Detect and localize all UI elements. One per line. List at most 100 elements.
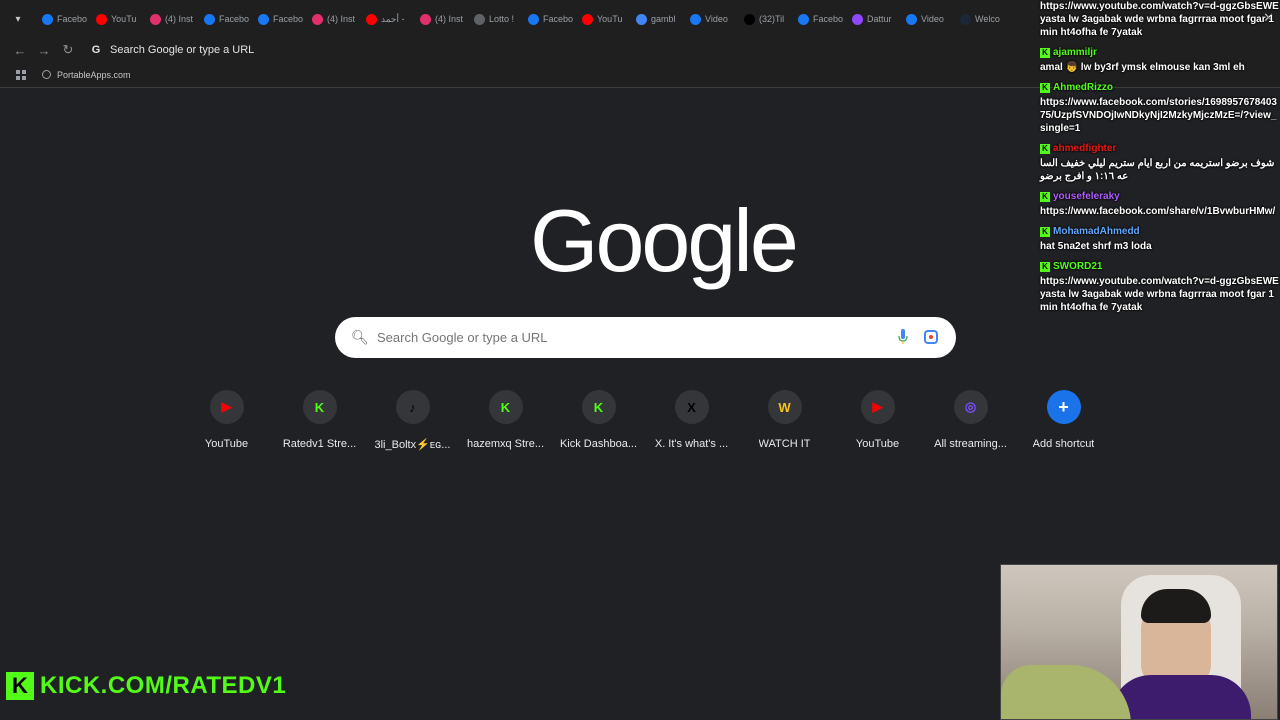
youtube-icon [366,13,377,25]
webcam-overlay [1000,564,1278,720]
browser-tab[interactable]: gambl [630,5,684,33]
browser-tab[interactable]: Welco [954,5,1008,33]
browser-tab[interactable]: YouTu [576,5,630,33]
kick-badge-icon: K [1040,261,1050,272]
chat-message: https://www.youtube.com/watch?v=d-ggzGbs… [1036,0,1280,39]
instagram-icon [150,13,161,25]
address-bar[interactable]: G Search Google or type a URL [86,40,986,60]
tab-label: Welco [975,14,1000,24]
shortcut-icon: + [1046,390,1081,424]
browser-tab[interactable]: Facebo [792,5,846,33]
shortcut-icon: X [674,390,709,424]
google-icon [636,13,647,25]
browser-tab[interactable]: (4) Inst [306,5,360,33]
chat-text: https://www.facebook.com/stories/1698957… [1040,97,1277,134]
tab-label: (32)Til [759,14,785,24]
shortcut-icon: W [767,390,802,424]
browser-tab[interactable]: Facebo [36,5,90,33]
google-lens-icon[interactable] [924,330,938,344]
search-icon: 🔍︎ [351,329,369,345]
shortcut-tile[interactable]: K Ratedv1 Stre... [273,390,366,451]
browser-tab[interactable]: Facebo [522,5,576,33]
bookmark-portableapps[interactable]: PortableApps.com [42,70,131,80]
shortcut-icon: K [581,390,616,424]
tab-list: Facebo YouTu (4) Inst Facebo Facebo (4) Inst أ… [36,5,1008,33]
chat-user-line: K MohamadAhmedd [1040,225,1280,238]
shortcut-tile[interactable]: ▶ YouTube [831,390,924,451]
tab-label: أحمد - [381,13,405,24]
google-icon: G [91,44,101,56]
kick-logo-icon: K [6,672,34,700]
shortcut-label: WATCH IT [758,438,811,450]
bookmark-label: PortableApps.com [57,69,131,80]
chat-user-line: Kajammiljr [1040,46,1280,59]
tab-label: (4) Inst [327,14,356,24]
reload-button[interactable]: ↻ [56,38,80,62]
twitch-icon [852,13,863,25]
chat-user-line: K AhmedRizzo [1040,81,1280,94]
back-button[interactable]: ← [8,38,32,62]
chat-username: MohamadAhmedd [1053,226,1140,237]
shortcut-tile[interactable]: ◎ All streaming... [924,390,1017,451]
shortcut-tile[interactable]: ♪ 3li_Boltx⚡ᴇɢ... [366,390,459,451]
tab-label: Lotto ! [489,14,515,24]
shortcut-label: hazemxq Stre... [466,438,545,450]
browser-tab[interactable]: (4) Inst [414,5,468,33]
browser-tab[interactable]: Facebo [198,5,252,33]
browser-tab[interactable]: Facebo [252,5,306,33]
forward-button[interactable]: → [32,38,56,62]
google-logo: Google [530,191,799,290]
browser-tab[interactable]: Dattur [846,5,900,33]
blanket [1001,665,1131,719]
shortcut-icon: ▶ [209,390,244,424]
facebook-icon [906,13,917,25]
facebook-icon [690,13,701,25]
facebook-icon [258,13,269,25]
apps-grid-icon[interactable] [16,69,26,80]
youtube-icon [582,13,593,25]
shortcut-tile[interactable]: K Kick Dashboa... [552,390,645,451]
instagram-icon [312,13,323,25]
browser-tab[interactable]: Video [684,5,738,33]
shortcut-label: YouTube [855,438,900,450]
kick-badge-icon: K [1040,82,1050,93]
tab-label: Video [705,14,728,24]
tab-label: Facebo [813,14,844,24]
kick-badge-icon: K [1040,191,1050,202]
tab-label: Video [921,14,944,24]
tab-label: Facebo [57,14,88,24]
chat-username: AhmedRizzo [1053,82,1113,93]
chat-username: yousefeleraky [1053,191,1120,202]
shortcut-label: 3li_Boltx⚡ᴇɢ... [374,439,451,451]
shortcut-tile[interactable]: W WATCH IT [738,390,831,451]
chat-message: K MohamadAhmedd hat 5na2et shrf m3 loda [1036,225,1280,253]
chat-text: hat 5na2et shrf m3 loda [1040,241,1152,252]
globe-icon [42,70,51,79]
shortcut-tile[interactable]: + Add shortcut [1017,390,1110,451]
search-box[interactable]: 🔍︎ [335,317,956,358]
streamer-shirt [1111,675,1251,719]
browser-tab[interactable]: Lotto ! [468,5,522,33]
chat-message: K SWORD21 https://www.youtube.com/watch?v=… [1036,260,1280,314]
browser-tab[interactable]: (32)Til [738,5,792,33]
shortcut-icon: K [488,390,523,424]
chat-username: ahmedfighter [1053,143,1117,154]
youtube-icon [96,13,107,25]
browser-tab[interactable]: أحمد - [360,5,414,33]
shortcut-tile[interactable]: ▶ YouTube [180,390,273,451]
grid-icon [474,13,485,25]
chat-username: SWORD21 [1053,261,1103,272]
tab-label: Facebo [219,14,250,24]
shortcut-tile[interactable]: Khazemxq Stre... [459,390,552,451]
address-bar-text: Search Google or type a URL [110,44,255,56]
facebook-icon [528,13,539,25]
search-input[interactable] [377,330,877,345]
browser-tab[interactable]: (4) Inst [144,5,198,33]
shortcut-label: X. It's what's ... [654,438,729,450]
browser-tab[interactable]: YouTu [90,5,144,33]
browser-tab[interactable]: Video [900,5,954,33]
tab-search-button[interactable]: ▾ [6,7,30,31]
steam-icon [960,13,971,25]
microphone-icon[interactable] [898,329,908,345]
shortcut-tile[interactable]: X X. It's what's ... [645,390,738,451]
